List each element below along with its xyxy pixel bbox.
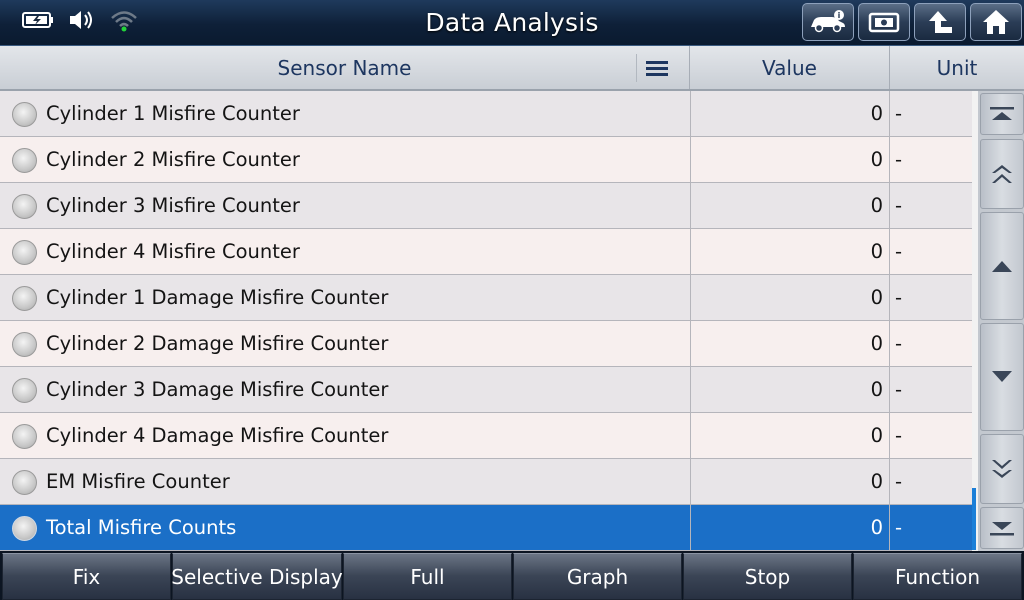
back-arrow-icon	[929, 11, 952, 33]
sensor-unit: -	[895, 102, 903, 125]
sensor-value: 0	[690, 459, 890, 504]
column-header-sensor-name[interactable]: Sensor Name	[0, 46, 690, 89]
line-down-button[interactable]	[980, 323, 1024, 431]
table-row[interactable]: Cylinder 1 Misfire Counter 0 -	[0, 91, 972, 137]
table-row[interactable]: Cylinder 4 Damage Misfire Counter 0 -	[0, 413, 972, 459]
sensor-name: Cylinder 1 Misfire Counter	[46, 102, 300, 125]
scroll-navigation	[978, 91, 1024, 551]
scroll-top-icon	[990, 107, 1014, 120]
table-row[interactable]: Cylinder 2 Misfire Counter 0 -	[0, 137, 972, 183]
bottom-toolbar: Fix Selective Display Full Graph Stop Fu…	[0, 551, 1024, 600]
line-down-icon	[992, 371, 1012, 382]
row-radio-button[interactable]	[12, 470, 37, 495]
screenshot-icon	[868, 12, 900, 33]
column-menu-button[interactable]	[636, 54, 676, 82]
table-row[interactable]: EM Misfire Counter 0 -	[0, 459, 972, 505]
graph-button[interactable]: Graph	[513, 553, 682, 600]
home-button[interactable]	[970, 3, 1022, 41]
column-header-unit[interactable]: Unit	[890, 46, 1024, 89]
row-radio-button[interactable]	[12, 332, 37, 357]
scroll-bottom-icon	[990, 522, 1014, 536]
sensor-value: 0	[690, 91, 890, 136]
page-up-icon	[992, 165, 1012, 183]
page-down-icon	[992, 460, 1012, 478]
line-up-button[interactable]	[980, 212, 1024, 320]
sensor-unit: -	[895, 424, 903, 447]
row-radio-button[interactable]	[12, 102, 37, 127]
back-button[interactable]	[914, 3, 966, 41]
home-icon	[983, 10, 1009, 34]
row-radio-button[interactable]	[12, 286, 37, 311]
full-button[interactable]: Full	[343, 553, 512, 600]
sensor-unit: -	[895, 378, 903, 401]
sensor-unit: -	[895, 516, 903, 539]
table-row-selected[interactable]: Total Misfire Counts 0 -	[0, 505, 972, 551]
sensor-name: Total Misfire Counts	[46, 516, 237, 539]
row-radio-button[interactable]	[12, 424, 37, 449]
table-row[interactable]: Cylinder 3 Damage Misfire Counter 0 -	[0, 367, 972, 413]
sensor-unit: -	[895, 286, 903, 309]
sensor-name: Cylinder 3 Misfire Counter	[46, 194, 300, 217]
title-bar: Data Analysis i	[0, 0, 1024, 46]
sensor-value: 0	[690, 321, 890, 366]
line-up-icon	[992, 261, 1012, 272]
sensor-value: 0	[690, 137, 890, 182]
function-button[interactable]: Function	[853, 553, 1022, 600]
sensor-name: Cylinder 2 Damage Misfire Counter	[46, 332, 389, 355]
tool-buttons: i	[802, 3, 1022, 41]
sensor-unit: -	[895, 148, 903, 171]
vehicle-info-icon: i	[811, 10, 845, 33]
page-up-button[interactable]	[980, 139, 1024, 209]
svg-text:i: i	[838, 11, 841, 20]
table-row[interactable]: Cylinder 4 Misfire Counter 0 -	[0, 229, 972, 275]
sensor-value: 0	[690, 183, 890, 228]
sensor-unit: -	[895, 332, 903, 355]
sensor-name: Cylinder 4 Damage Misfire Counter	[46, 424, 389, 447]
sensor-name: Cylinder 3 Damage Misfire Counter	[46, 378, 389, 401]
sensor-value: 0	[690, 367, 890, 412]
row-radio-button[interactable]	[12, 240, 37, 265]
fix-button[interactable]: Fix	[2, 553, 171, 600]
sensor-name: EM Misfire Counter	[46, 470, 230, 493]
sensor-list: Cylinder 1 Misfire Counter 0 - Cylinder …	[0, 91, 972, 551]
screenshot-button[interactable]	[858, 3, 910, 41]
row-radio-button[interactable]	[12, 194, 37, 219]
stop-button[interactable]: Stop	[683, 553, 852, 600]
sensor-name: Cylinder 1 Damage Misfire Counter	[46, 286, 389, 309]
menu-icon	[645, 61, 668, 76]
sensor-unit: -	[895, 240, 903, 263]
selective-display-button[interactable]: Selective Display	[171, 553, 343, 600]
scroll-top-button[interactable]	[980, 93, 1024, 135]
vehicle-info-button[interactable]: i	[802, 3, 854, 41]
sensor-value: 0	[690, 413, 890, 458]
sensor-unit: -	[895, 194, 903, 217]
table-row[interactable]: Cylinder 1 Damage Misfire Counter 0 -	[0, 275, 972, 321]
sensor-value: 0	[690, 505, 890, 550]
scroll-bottom-button[interactable]	[980, 507, 1024, 549]
sensor-unit: -	[895, 470, 903, 493]
row-radio-button[interactable]	[12, 378, 37, 403]
column-header-value[interactable]: Value	[690, 46, 890, 89]
scrollbar-thumb[interactable]	[972, 488, 976, 550]
page-down-button[interactable]	[980, 434, 1024, 504]
table-row[interactable]: Cylinder 3 Misfire Counter 0 -	[0, 183, 972, 229]
sensor-value: 0	[690, 229, 890, 274]
row-radio-button[interactable]	[12, 148, 37, 173]
row-radio-button[interactable]	[12, 516, 37, 541]
sensor-name: Cylinder 4 Misfire Counter	[46, 240, 300, 263]
sensor-value: 0	[690, 275, 890, 320]
table-header: Sensor Name Value Unit	[0, 46, 1024, 91]
sensor-name: Cylinder 2 Misfire Counter	[46, 148, 300, 171]
table-row[interactable]: Cylinder 2 Damage Misfire Counter 0 -	[0, 321, 972, 367]
